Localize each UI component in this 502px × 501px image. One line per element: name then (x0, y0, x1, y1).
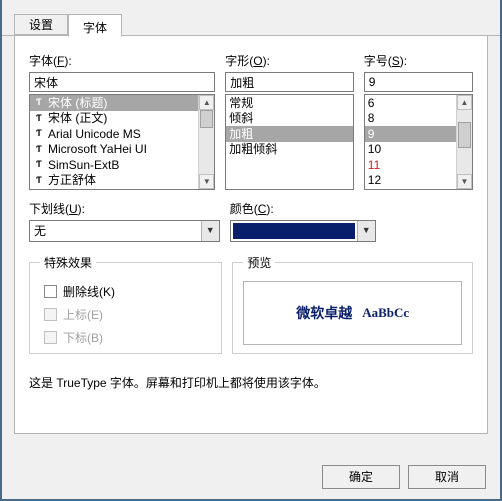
list-item[interactable]: 12 (365, 173, 456, 189)
underline-label: 下划线(U): (29, 200, 220, 217)
font-listbox[interactable]: Ƭ宋体 (标题) Ƭ宋体 (正文) ƬArial Unicode MS ƬMic… (29, 94, 215, 190)
color-dropdown[interactable]: ▼ (230, 220, 376, 242)
scroll-thumb[interactable] (458, 122, 471, 148)
truetype-icon: Ƭ (33, 175, 45, 186)
size-label: 字号(S): (364, 52, 473, 69)
scroll-up-icon[interactable]: ▲ (199, 95, 214, 110)
truetype-icon: Ƭ (33, 113, 45, 124)
chevron-down-icon[interactable]: ▼ (357, 221, 375, 241)
list-item[interactable]: Ƭ宋体 (标题) (30, 95, 198, 111)
list-item[interactable]: 11 (365, 157, 456, 173)
preview-legend: 预览 (243, 254, 275, 271)
preview-sample-cn: 微软卓越 (296, 303, 352, 323)
truetype-icon: Ƭ (33, 159, 45, 170)
style-input[interactable] (225, 72, 353, 92)
scrollbar[interactable]: ▲ ▼ (456, 95, 472, 189)
font-label: 字体(F): (29, 52, 215, 69)
underline-value: 无 (30, 221, 201, 241)
style-listbox[interactable]: 常规 倾斜 加粗 加粗倾斜 (225, 94, 353, 190)
truetype-icon: Ƭ (33, 128, 45, 139)
color-swatch (233, 223, 355, 239)
effects-group: 特殊效果 删除线(K) 上标(E) 下标(B) (29, 254, 222, 354)
truetype-icon: Ƭ (33, 144, 45, 155)
scroll-up-icon[interactable]: ▲ (457, 95, 472, 110)
cancel-button[interactable]: 取消 (408, 465, 486, 489)
underline-dropdown[interactable]: 无 ▼ (29, 220, 220, 242)
list-item[interactable]: ƬArial Unicode MS (30, 126, 198, 142)
list-item[interactable]: 9 (365, 126, 456, 142)
scroll-down-icon[interactable]: ▼ (199, 174, 214, 189)
scroll-down-icon[interactable]: ▼ (457, 174, 472, 189)
truetype-note: 这是 TrueType 字体。屏幕和打印机上都将使用该字体。 (29, 374, 473, 391)
list-item[interactable]: 倾斜 (226, 111, 352, 127)
list-item[interactable]: 加粗倾斜 (226, 142, 352, 158)
scroll-thumb[interactable] (200, 110, 213, 128)
size-listbox[interactable]: 6 8 9 10 11 12 ▲ ▼ (364, 94, 473, 190)
truetype-icon: Ƭ (33, 97, 45, 108)
checkbox-icon (44, 331, 57, 344)
preview-group: 预览 微软卓越 AaBbCc (232, 254, 473, 354)
size-input[interactable] (364, 72, 473, 92)
scrollbar[interactable]: ▲ ▼ (198, 95, 214, 189)
effects-legend: 特殊效果 (40, 254, 96, 271)
list-item[interactable]: 8 (365, 111, 456, 127)
preview-sample-en: AaBbCc (362, 305, 409, 321)
checkbox-icon[interactable] (44, 285, 57, 298)
checkbox-icon (44, 308, 57, 321)
tab-font[interactable]: 字体 (68, 14, 122, 37)
color-label: 颜色(C): (230, 200, 473, 217)
strikethrough-checkbox[interactable]: 删除线(K) (44, 283, 211, 300)
list-item[interactable]: 加粗 (226, 126, 352, 142)
list-item[interactable]: Ƭ方正舒体 (30, 173, 198, 189)
ok-button[interactable]: 确定 (322, 465, 400, 489)
style-label: 字形(O): (225, 52, 353, 69)
font-input[interactable] (29, 72, 215, 92)
list-item[interactable]: ƬSimSun-ExtB (30, 157, 198, 173)
chevron-down-icon[interactable]: ▼ (201, 221, 219, 241)
list-item[interactable]: 6 (365, 95, 456, 111)
tab-settings[interactable]: 设置 (14, 14, 68, 35)
preview-box: 微软卓越 AaBbCc (243, 281, 462, 345)
subscript-checkbox: 下标(B) (44, 329, 211, 346)
tab-strip: 设置 字体 (2, 10, 500, 36)
superscript-checkbox: 上标(E) (44, 306, 211, 323)
list-item[interactable]: 10 (365, 142, 456, 158)
list-item[interactable]: Ƭ宋体 (正文) (30, 111, 198, 127)
list-item[interactable]: 常规 (226, 95, 352, 111)
font-panel: 字体(F): Ƭ宋体 (标题) Ƭ宋体 (正文) ƬArial Unicode … (14, 36, 488, 434)
list-item[interactable]: ƬMicrosoft YaHei UI (30, 142, 198, 158)
